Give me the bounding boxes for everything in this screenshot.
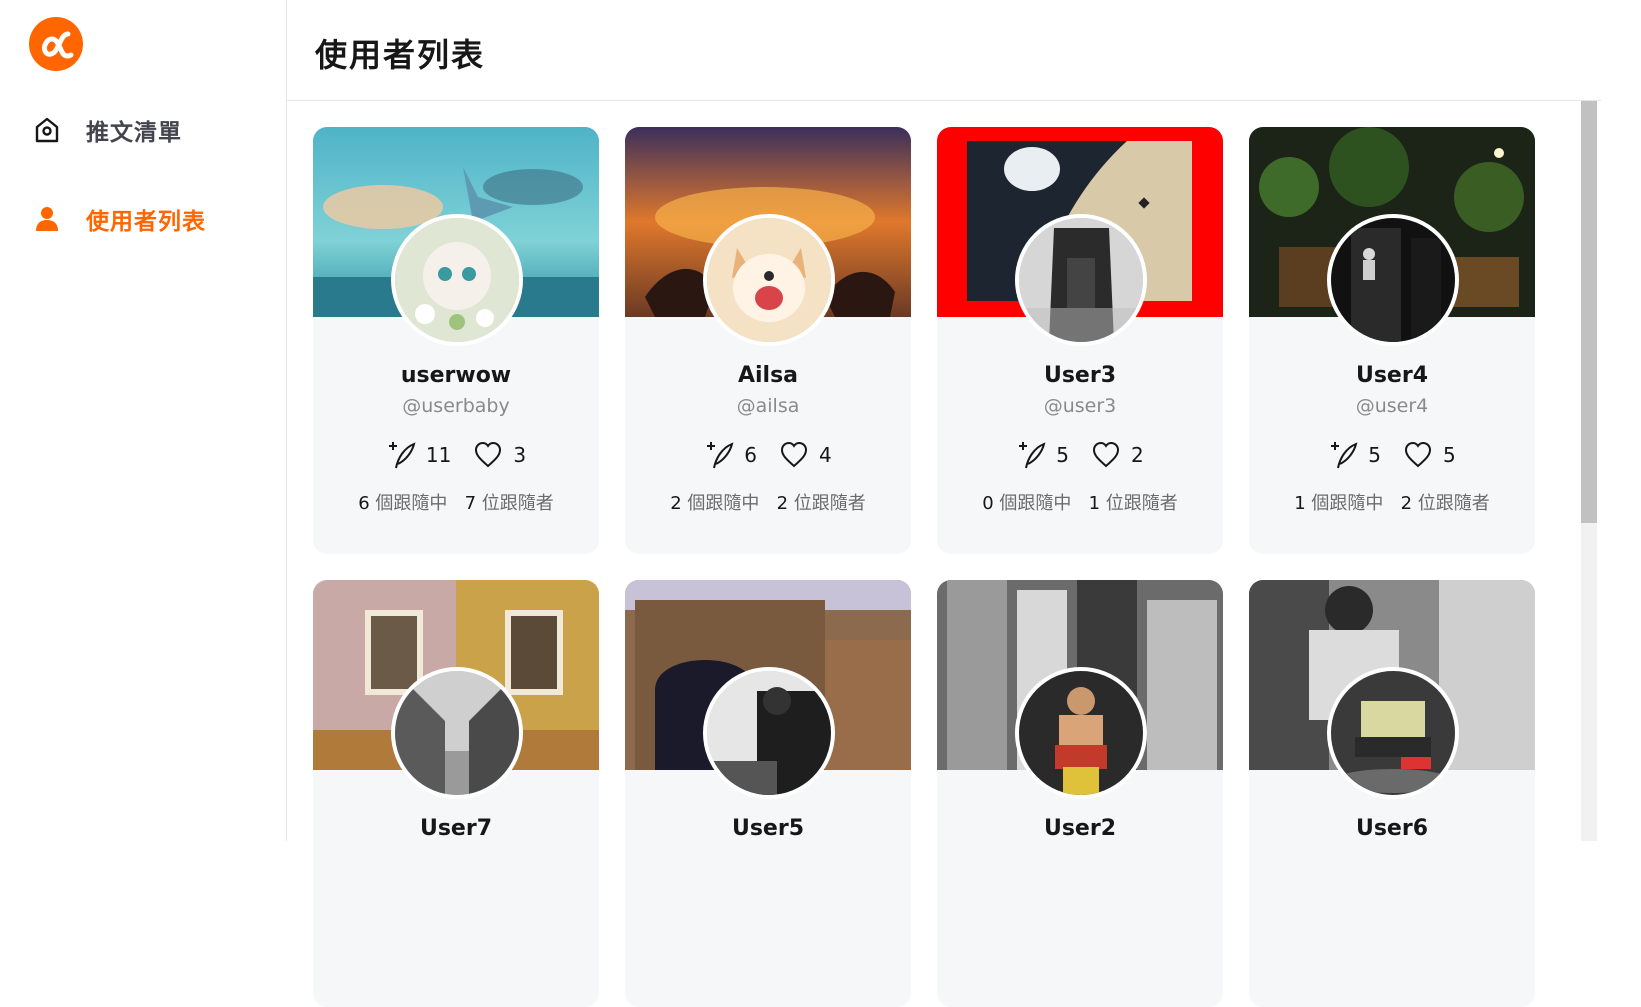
user-stats: 11 3	[313, 440, 599, 470]
tweet-count: 5	[1328, 440, 1381, 470]
alpha-logo[interactable]	[28, 16, 84, 72]
sidebar-item-label: 推文清單	[86, 120, 182, 146]
user-stats: 5 2	[937, 440, 1223, 470]
user-card[interactable]: userwow @userbaby 11 3 6 個跟隨中 7 位跟隨者	[313, 127, 599, 554]
following-count: 6	[358, 493, 370, 514]
following-label: 個跟隨中	[999, 493, 1072, 514]
user-card[interactable]: User5	[625, 580, 911, 1007]
following-count: 0	[982, 493, 994, 514]
user-card[interactable]: User3 @user3 5 2 0 個跟隨中 1 位跟隨者	[937, 127, 1223, 554]
sidebar-item-label: 使用者列表	[86, 209, 206, 235]
heart-icon	[473, 440, 503, 470]
user-grid: userwow @userbaby 11 3 6 個跟隨中 7 位跟隨者 Ail…	[313, 127, 1573, 1007]
follow-info: 2 個跟隨中 2 位跟隨者	[625, 489, 911, 515]
user-name: User7	[419, 816, 493, 841]
following-label: 個跟隨中	[687, 493, 760, 514]
avatar	[703, 214, 835, 346]
scrollbar-thumb[interactable]	[1581, 101, 1597, 523]
followers-count: 1	[1088, 493, 1101, 514]
quill-icon	[386, 440, 416, 470]
quill-icon	[704, 440, 734, 470]
user-stats: 6 4	[625, 440, 911, 470]
tweet-count: 6	[704, 440, 757, 470]
user-handle: @user3	[1043, 395, 1117, 417]
user-stats: 5 5	[1249, 440, 1535, 470]
user-card[interactable]: User2	[937, 580, 1223, 1007]
heart-icon	[779, 440, 809, 470]
user-name: User6	[1355, 816, 1429, 841]
page-title: 使用者列表	[315, 36, 486, 74]
heart-icon	[1403, 440, 1433, 470]
quill-icon	[1016, 440, 1046, 470]
heart-icon	[1091, 440, 1121, 470]
followers-label: 位跟隨者	[1417, 493, 1490, 514]
user-name: userwow	[400, 363, 512, 388]
avatar	[703, 667, 835, 799]
user-name: User3	[1043, 363, 1117, 388]
avatar	[1015, 214, 1147, 346]
followers-label: 位跟隨者	[1105, 493, 1178, 514]
sidebar-item-tweets[interactable]: 推文清單	[32, 110, 182, 150]
avatar	[391, 214, 523, 346]
following-label: 個跟隨中	[1311, 493, 1384, 514]
user-icon	[32, 204, 62, 234]
following-label: 個跟隨中	[375, 493, 448, 514]
user-name: User5	[731, 816, 805, 841]
followers-count: 7	[464, 493, 477, 514]
like-count: 2	[1091, 440, 1144, 470]
like-count: 3	[473, 440, 526, 470]
user-card[interactable]: Ailsa @ailsa 6 4 2 個跟隨中 2 位跟隨者	[625, 127, 911, 554]
user-handle: @ailsa	[736, 395, 800, 417]
user-card[interactable]: User4 @user4 5 5 1 個跟隨中 2 位跟隨者	[1249, 127, 1535, 554]
page-header: 使用者列表	[287, 0, 1601, 101]
following-count: 2	[670, 493, 682, 514]
avatar	[1327, 667, 1459, 799]
followers-label: 位跟隨者	[481, 493, 554, 514]
user-card[interactable]: User7	[313, 580, 599, 1007]
tweet-count: 11	[386, 440, 451, 470]
user-handle: @userbaby	[402, 395, 510, 417]
tweet-count: 5	[1016, 440, 1069, 470]
like-count: 4	[779, 440, 832, 470]
avatar	[391, 667, 523, 799]
avatar	[1015, 667, 1147, 799]
user-handle: @user4	[1355, 395, 1429, 417]
home-icon	[32, 115, 62, 145]
follow-info: 1 個跟隨中 2 位跟隨者	[1249, 489, 1535, 515]
follow-info: 0 個跟隨中 1 位跟隨者	[937, 489, 1223, 515]
sidebar: 推文清單 使用者列表	[0, 0, 287, 841]
quill-icon	[1328, 440, 1358, 470]
followers-label: 位跟隨者	[793, 493, 866, 514]
follow-info: 6 個跟隨中 7 位跟隨者	[313, 489, 599, 515]
user-card[interactable]: User6	[1249, 580, 1535, 1007]
followers-count: 2	[1400, 493, 1413, 514]
user-name: User4	[1355, 363, 1429, 388]
sidebar-item-users[interactable]: 使用者列表	[32, 199, 206, 239]
like-count: 5	[1403, 440, 1456, 470]
followers-count: 2	[776, 493, 789, 514]
user-name: User2	[1043, 816, 1117, 841]
following-count: 1	[1294, 493, 1306, 514]
user-name: Ailsa	[737, 363, 799, 388]
avatar	[1327, 214, 1459, 346]
